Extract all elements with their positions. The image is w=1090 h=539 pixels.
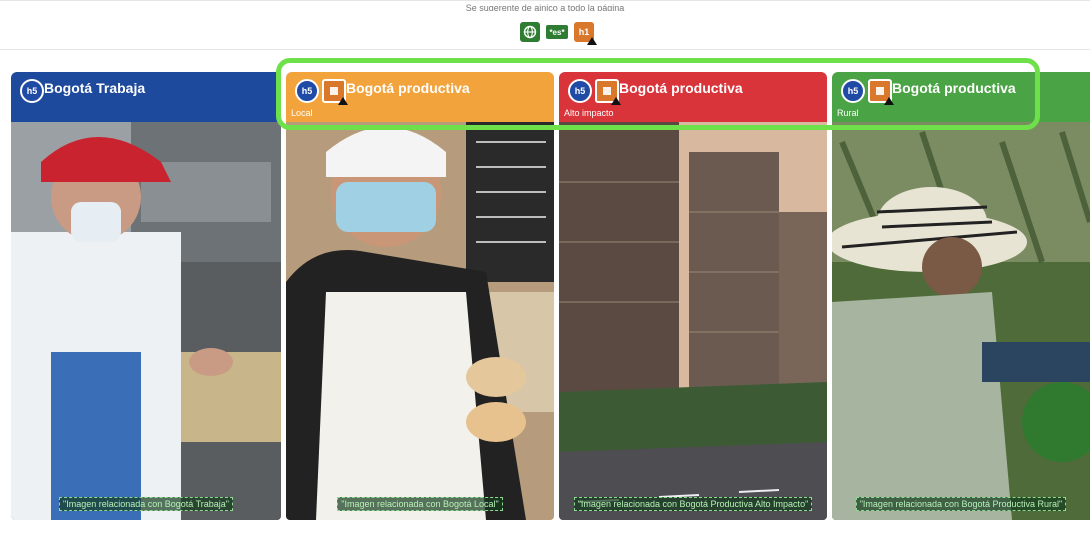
card-title: Bogotá productiva bbox=[346, 80, 470, 96]
card-bogota-trabaja[interactable]: h5 Bogotá Trabaja "Imagen relacionada co… bbox=[11, 72, 281, 520]
image-caption: "Imagen relacionada con Bogotá Productiv… bbox=[855, 497, 1067, 511]
card-title: Bogotá productiva bbox=[892, 80, 1016, 96]
card-image-rural: "Imagen relacionada con Bogotá Productiv… bbox=[832, 122, 1090, 520]
image-caption: "Imagen relacionada con Bogotá Productiv… bbox=[573, 497, 813, 511]
card-subtitle: Local bbox=[291, 108, 313, 118]
card-image-alto-impacto: "Imagen relacionada con Bogotá Productiv… bbox=[559, 122, 827, 520]
heading-h1-icon bbox=[595, 79, 621, 105]
card-subtitle: Rural bbox=[837, 108, 859, 118]
heading-h5-icon: h5 bbox=[841, 79, 865, 103]
card-header: h5 Bogotá productiva Alto impacto bbox=[559, 72, 827, 122]
warning-icon bbox=[338, 97, 348, 105]
card-subtitle: Alto impacto bbox=[564, 108, 614, 118]
warning-icon bbox=[611, 97, 621, 105]
globe-icon[interactable] bbox=[520, 22, 540, 42]
card-bogota-productiva-rural[interactable]: h5 Bogotá productiva Rural "Imagen relac… bbox=[832, 72, 1090, 520]
card-header: h5 Bogotá Trabaja bbox=[11, 72, 281, 122]
heading-h5-icon: h5 bbox=[20, 79, 44, 103]
heading-h1-icon bbox=[868, 79, 894, 105]
image-caption: "Imagen relacionada con Bogotá Local" bbox=[337, 497, 503, 511]
card-title: Bogotá productiva bbox=[619, 80, 743, 96]
heading-h1-icon bbox=[322, 79, 348, 105]
accessibility-tools: *es* h1 bbox=[520, 22, 597, 45]
heading-h5-icon: h5 bbox=[568, 79, 592, 103]
language-icon[interactable]: *es* bbox=[546, 25, 568, 39]
image-caption: "Imagen relacionada con Bogotá Trabaja" bbox=[59, 497, 233, 511]
card-header: h5 Bogotá productiva Local bbox=[286, 72, 554, 122]
card-header: h5 Bogotá productiva Rural bbox=[832, 72, 1090, 122]
warning-icon bbox=[587, 37, 597, 45]
card-image-local: "Imagen relacionada con Bogotá Local" bbox=[286, 122, 554, 520]
heading-h1-label: h1 bbox=[578, 27, 590, 37]
card-image-trabaja: "Imagen relacionada con Bogotá Trabaja" bbox=[11, 122, 281, 520]
accessibility-toolbar: Se sugerente de ajnico a todo la página … bbox=[0, 0, 1090, 50]
card-bogota-productiva-local[interactable]: h5 Bogotá productiva Local "Imagen relac… bbox=[286, 72, 554, 520]
toolbar-notice: Se sugerente de ajnico a todo la página bbox=[465, 3, 625, 11]
card-bogota-productiva-alto-impacto[interactable]: h5 Bogotá productiva Alto impacto "Image… bbox=[559, 72, 827, 520]
heading-h1-icon[interactable]: h1 bbox=[574, 22, 597, 45]
heading-h5-icon: h5 bbox=[295, 79, 319, 103]
warning-icon bbox=[884, 97, 894, 105]
card-title: Bogotá Trabaja bbox=[44, 80, 146, 96]
